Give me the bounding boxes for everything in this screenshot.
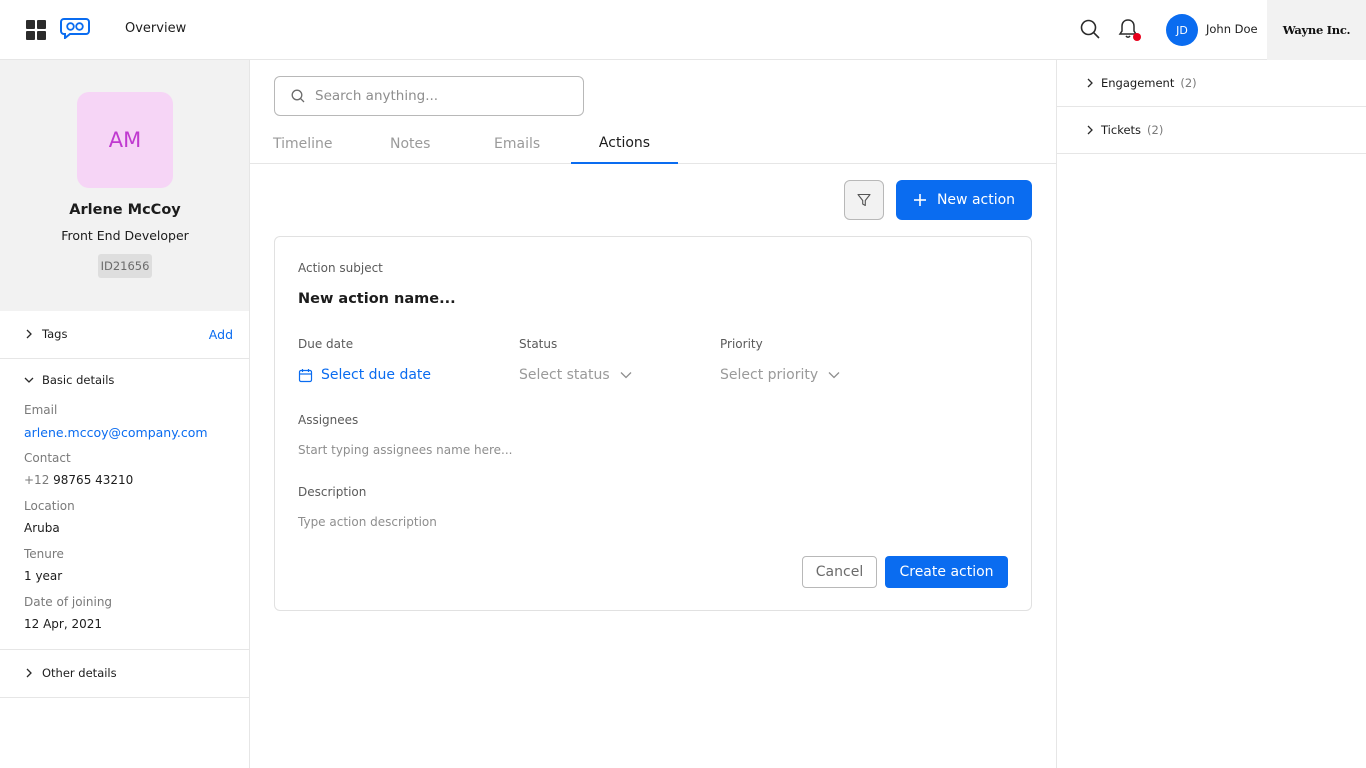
due-date-label: Due date: [298, 337, 354, 351]
calendar-icon: [298, 368, 313, 382]
basic-details-section: Basic details Email arlene.mccoy@company…: [0, 359, 249, 650]
contact-name: Arlene McCoy: [69, 202, 181, 218]
contact-value: +12 98765 43210: [24, 473, 133, 487]
contact-avatar: AM: [77, 92, 173, 188]
notification-badge: [1133, 33, 1141, 41]
profile-card: AM Arlene McCoy Front End Developer ID21…: [0, 60, 249, 311]
status-select[interactable]: Select status: [519, 367, 632, 383]
other-details-section: Other details: [0, 650, 249, 698]
chevron-right-icon: [26, 668, 32, 678]
joining-date-label: Date of joining: [24, 595, 113, 609]
description-label: Description: [298, 485, 367, 499]
chevron-down-icon: [828, 372, 840, 379]
tenure-label: Tenure: [24, 547, 64, 561]
main-content: Timeline Notes Emails Actions New action…: [250, 60, 1056, 768]
description-input[interactable]: Type action description: [298, 515, 437, 529]
contact-label: Contact: [24, 451, 71, 465]
email-label: Email: [24, 403, 58, 417]
contact-role: Front End Developer: [61, 228, 189, 243]
tags-toggle[interactable]: Tags: [24, 327, 67, 341]
basic-details-toggle[interactable]: Basic details: [24, 373, 114, 387]
search-field[interactable]: [274, 76, 584, 116]
contact-id-badge: ID21656: [98, 254, 152, 278]
location-label: Location: [24, 499, 75, 513]
apps-grid-icon[interactable]: [26, 20, 46, 40]
assignees-input[interactable]: Start typing assignees name here...: [298, 443, 513, 457]
user-name[interactable]: John Doe: [1206, 22, 1258, 36]
create-action-button[interactable]: Create action: [885, 556, 1008, 588]
new-action-button[interactable]: New action: [896, 180, 1032, 220]
search-icon: [291, 89, 305, 103]
priority-value: Select priority: [720, 367, 819, 383]
other-details-label: Other details: [42, 666, 117, 680]
status-label: Status: [519, 337, 558, 351]
tenure-value: 1 year: [24, 569, 63, 583]
engagement-count: (2): [1180, 76, 1197, 90]
joining-date-value: 12 Apr, 2021: [24, 617, 103, 631]
phone-number: 98765 43210: [53, 473, 134, 487]
plus-icon: [913, 194, 926, 206]
top-bar: Overview JD John Doe Wayne Inc.: [0, 0, 1366, 60]
chevron-down-icon: [24, 377, 34, 383]
chevron-right-icon: [1087, 78, 1093, 88]
other-details-toggle[interactable]: Other details: [24, 666, 117, 680]
tickets-count: (2): [1147, 123, 1164, 137]
tickets-section: Tickets (2): [1057, 107, 1366, 154]
chevron-right-icon: [1087, 125, 1093, 135]
tickets-label: Tickets: [1101, 123, 1142, 137]
action-form-card: Action subject New action name... Due da…: [274, 236, 1032, 611]
search-icon[interactable]: [1080, 19, 1100, 43]
basic-details-label: Basic details: [42, 373, 115, 387]
email-link[interactable]: arlene.mccoy@company.com: [24, 425, 208, 440]
nav-overview[interactable]: Overview: [125, 21, 186, 36]
engagement-label: Engagement: [1101, 76, 1175, 90]
engagement-section: Engagement (2): [1057, 60, 1366, 107]
tickets-toggle[interactable]: Tickets (2): [1085, 123, 1163, 137]
status-value: Select status: [519, 367, 610, 383]
chevron-right-icon: [26, 329, 32, 339]
location-value: Aruba: [24, 521, 60, 535]
search-input[interactable]: [315, 85, 575, 107]
phone-prefix: +12: [24, 473, 50, 487]
contact-sidebar: AM Arlene McCoy Front End Developer ID21…: [0, 60, 250, 768]
tab-bar: Timeline Notes Emails Actions: [250, 124, 1056, 164]
tab-timeline[interactable]: Timeline: [273, 124, 333, 164]
subject-label: Action subject: [298, 261, 383, 275]
priority-label: Priority: [720, 337, 763, 351]
add-tag-link[interactable]: Add: [209, 327, 233, 342]
assignees-label: Assignees: [298, 413, 359, 427]
subject-input[interactable]: New action name...: [298, 291, 456, 307]
engagement-toggle[interactable]: Engagement (2): [1085, 76, 1197, 90]
new-action-label: New action: [936, 192, 1016, 208]
priority-select[interactable]: Select priority: [720, 367, 840, 383]
chevron-down-icon: [620, 372, 632, 379]
related-panel: Engagement (2) Tickets (2): [1056, 60, 1366, 768]
tab-emails[interactable]: Emails: [494, 124, 540, 164]
due-date-picker[interactable]: Select due date: [298, 367, 431, 383]
tags-label: Tags: [42, 327, 68, 341]
tab-notes[interactable]: Notes: [390, 124, 430, 164]
chat-logo-icon[interactable]: [60, 17, 90, 43]
due-date-value: Select due date: [321, 367, 432, 383]
filter-button[interactable]: [844, 180, 884, 220]
filter-icon: [857, 193, 871, 207]
company-logo[interactable]: Wayne Inc.: [1267, 0, 1366, 60]
tags-section: Tags Add: [0, 311, 249, 359]
tab-actions[interactable]: Actions: [571, 124, 678, 164]
user-avatar[interactable]: JD: [1166, 14, 1198, 46]
cancel-button[interactable]: Cancel: [802, 556, 877, 588]
